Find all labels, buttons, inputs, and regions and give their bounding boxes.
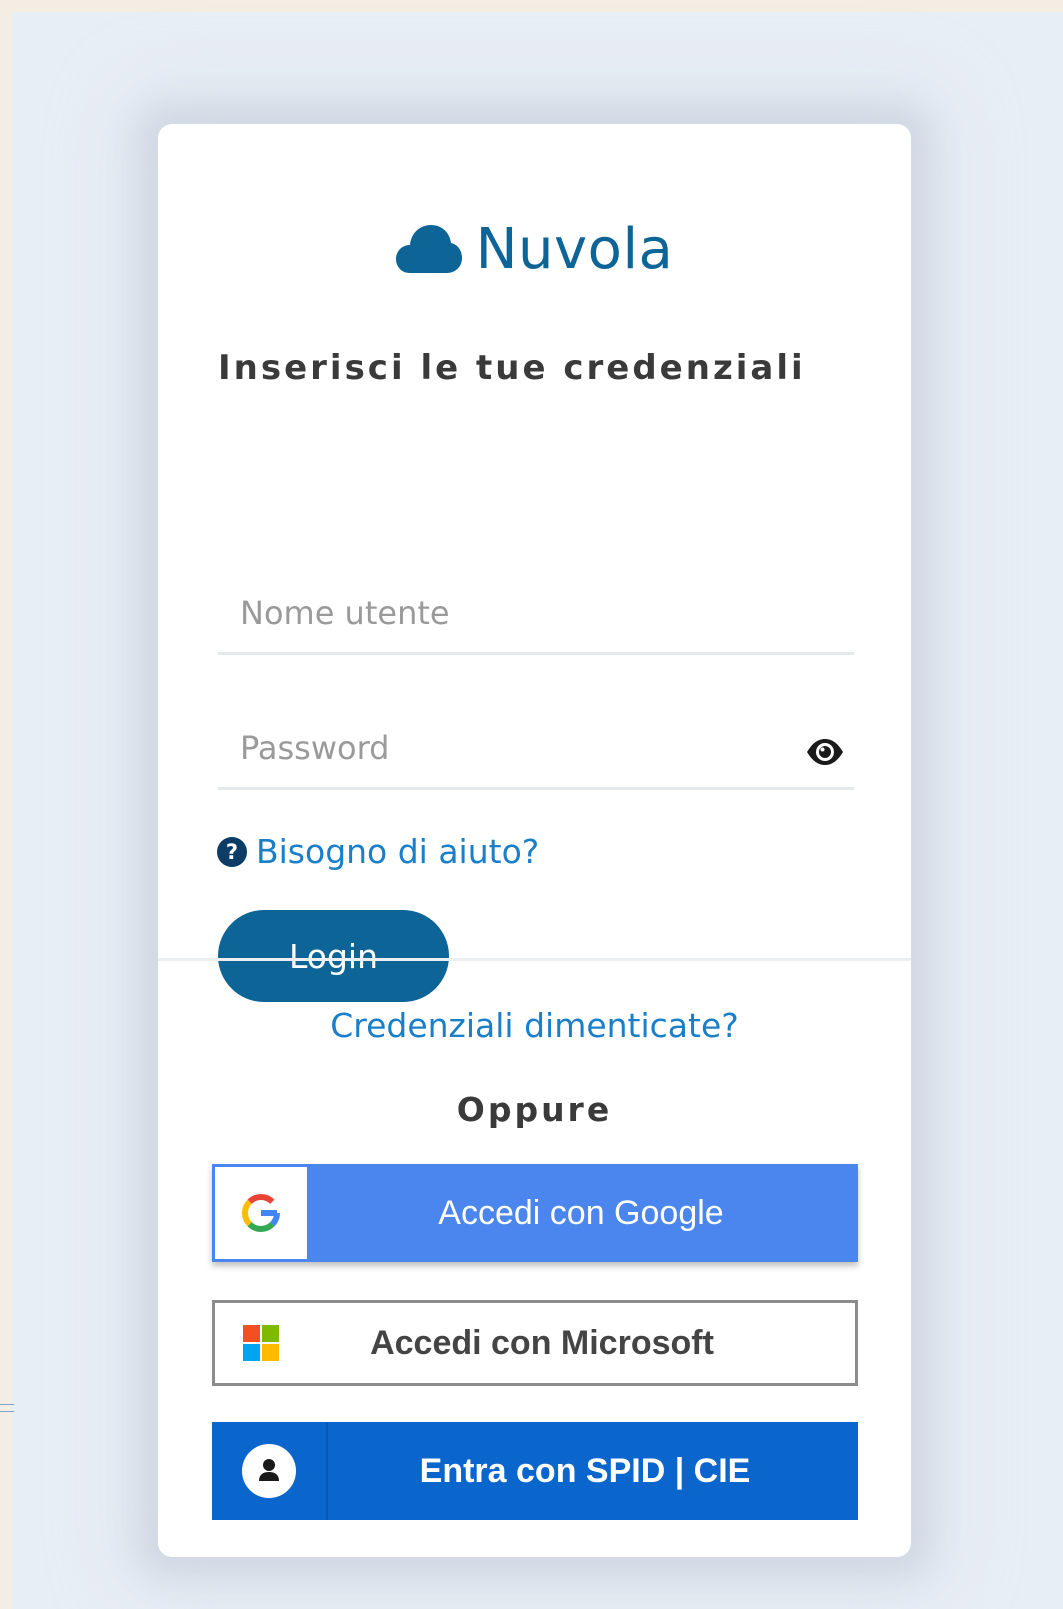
google-signin-button[interactable]: Accedi con Google (212, 1164, 858, 1262)
help-link[interactable]: ? Bisogno di aiuto? (216, 832, 539, 871)
eye-icon[interactable] (806, 737, 844, 767)
form-heading: Inserisci le tue credenziali (218, 348, 806, 388)
microsoft-signin-label: Accedi con Microsoft (370, 1323, 714, 1362)
section-divider (158, 958, 911, 961)
forgot-credentials-link[interactable]: Credenziali dimenticate? (158, 1006, 911, 1045)
brand-logo: Nuvola (158, 214, 911, 284)
password-input[interactable] (238, 725, 802, 771)
brand-name: Nuvola (475, 216, 674, 282)
microsoft-logo-icon (243, 1325, 279, 1361)
login-button[interactable]: Login (218, 910, 449, 1002)
help-link-label: Bisogno di aiuto? (256, 832, 540, 871)
password-field-container (218, 707, 854, 790)
username-field-container (218, 572, 854, 655)
cloud-icon (395, 223, 462, 275)
microsoft-signin-button[interactable]: Accedi con Microsoft (212, 1300, 858, 1386)
side-rule (0, 1404, 14, 1412)
google-signin-label: Accedi con Google (438, 1193, 724, 1232)
google-logo-icon (215, 1167, 307, 1259)
question-circle-icon: ? (216, 836, 248, 868)
login-card: Nuvola Inserisci le tue credenziali ? Bi… (158, 124, 911, 1557)
spid-cie-signin-label: Entra con SPID | CIE (419, 1451, 751, 1490)
svg-text:?: ? (226, 840, 238, 864)
or-separator: Oppure (456, 1090, 613, 1129)
user-circle-icon (212, 1422, 328, 1520)
spid-cie-signin-button[interactable]: Entra con SPID | CIE (212, 1422, 858, 1520)
username-input[interactable] (238, 590, 802, 636)
